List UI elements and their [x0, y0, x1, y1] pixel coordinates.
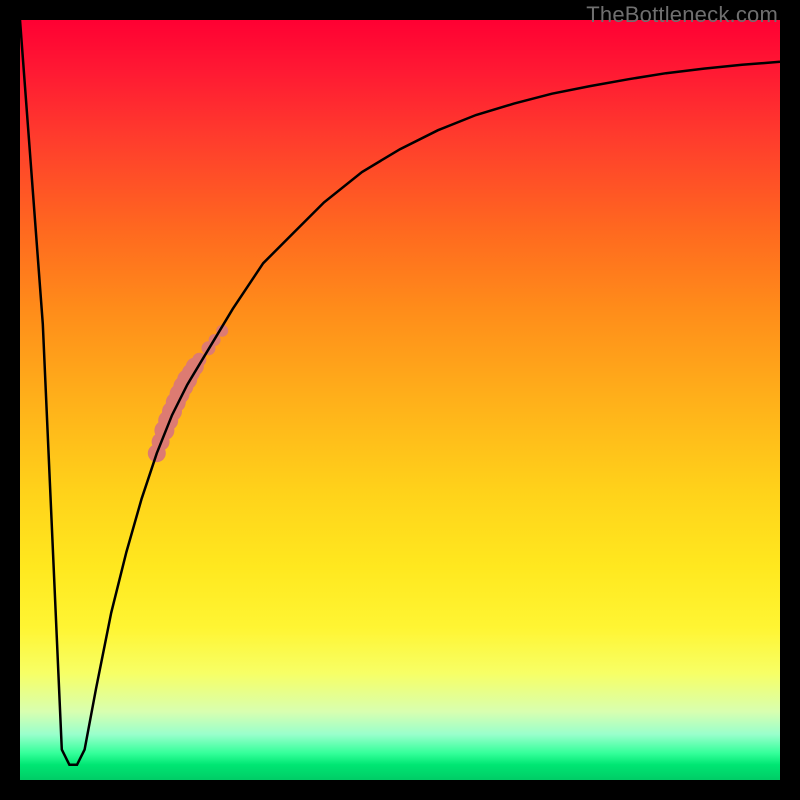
chart-canvas: TheBottleneck.com [0, 0, 800, 800]
plot-area [20, 20, 780, 780]
bottleneck-curve [20, 20, 780, 765]
watermark-text: TheBottleneck.com [586, 2, 778, 28]
marker-group [148, 325, 228, 462]
chart-svg [20, 20, 780, 780]
